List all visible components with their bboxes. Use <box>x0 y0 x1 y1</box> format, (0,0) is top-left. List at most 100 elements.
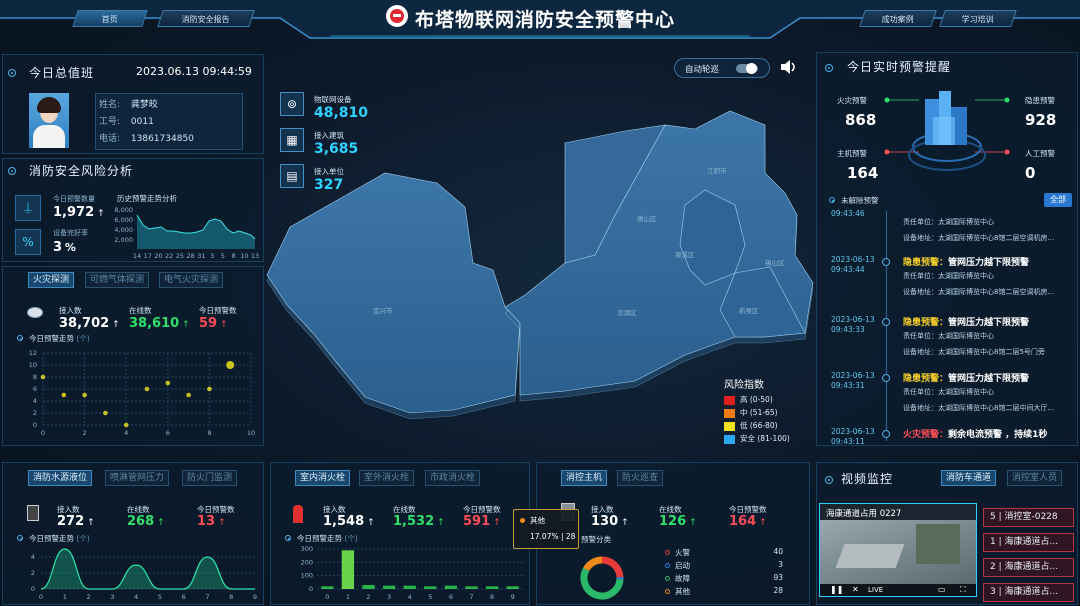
scatter-point <box>103 410 108 416</box>
tab-city-hydrant[interactable]: 市政消火栓 <box>425 470 481 486</box>
alert-item[interactable]: 2023-06-13 09:43:31 隐患预警：管网压力越下限预警 责任单位：… <box>817 371 1077 427</box>
bar <box>362 585 375 589</box>
host-cat-label: 预警分类 <box>581 535 611 544</box>
all-alerts-button[interactable]: 全部 <box>1044 193 1072 207</box>
speaker-icon[interactable] <box>778 57 798 77</box>
video-list-item[interactable]: 3 | 海康通道占... <box>983 583 1074 602</box>
legend-row: 火警 40 <box>665 547 783 560</box>
toggle-switch[interactable] <box>736 63 758 74</box>
arrow-up-icon: ↑ <box>97 209 105 219</box>
fire-detect-panel: 火灾探测 可燃气体探测 电气火灾探测 接入数 38,702 ↑ 在线数 38,61… <box>2 266 264 446</box>
alert-type: 隐患预警： <box>903 318 949 328</box>
risk-warnings-label: 今日预警数量 <box>53 195 95 203</box>
tab-water-level[interactable]: 消防水源液位 <box>28 470 93 486</box>
x-tick: 6 <box>166 429 170 437</box>
alert-item[interactable]: 2023-06-13 09:43:44 隐患预警：管网压力越下限预警 责任单位：… <box>817 255 1077 311</box>
tab-fire-door[interactable]: 防火门监测 <box>182 470 238 486</box>
x-tick: 5 <box>158 593 162 601</box>
y-tick: 6 <box>33 385 37 393</box>
alert-date: 2023-06-13 <box>831 315 875 324</box>
mute-icon[interactable]: ✕ <box>852 585 859 594</box>
tooltip-name: 其他 <box>530 516 545 525</box>
risk-intact: 3 % <box>53 240 76 255</box>
nav-report-button[interactable]: 消防安全报告 <box>157 10 255 27</box>
fd-trend-title: 今日预警走势 (个) <box>29 333 90 344</box>
tab-fire-detect[interactable]: 火灾探测 <box>28 272 75 288</box>
legend-swatch <box>724 408 735 418</box>
y-tick: 4 <box>33 397 37 405</box>
nav-report-label: 消防安全报告 <box>181 15 230 24</box>
host-online: 126 ↑ <box>659 514 697 529</box>
tab-control-host[interactable]: 消控主机 <box>561 470 608 486</box>
district-label: 江阴市 <box>707 166 727 175</box>
legend-swatch <box>724 421 735 431</box>
history-xtick: 25 <box>176 252 184 260</box>
x-tick: 2 <box>86 593 90 601</box>
tab-electric-detect[interactable]: 电气火灾探测 <box>159 272 224 288</box>
alert-text: 管网压力越下限预警 <box>948 374 1030 384</box>
scatter-point <box>61 392 67 398</box>
risk-warnings: 1,972 ↑ <box>53 205 105 220</box>
auto-patrol-toggle[interactable]: 自动轮巡 <box>674 58 770 78</box>
bar <box>485 586 499 589</box>
tab-indoor-hydrant[interactable]: 室内消火栓 <box>295 470 351 486</box>
tab-control-room[interactable]: 消控室人员 <box>1007 470 1063 486</box>
risk-legend: 风险指数 高 (0-50) 中 (51-65) 低 (66-80) 安全 (81-10… <box>724 376 790 446</box>
tab-sprinkler[interactable]: 喷淋管网压力 <box>105 470 170 486</box>
hydrant-trend-label: 今日预警走势 <box>297 534 342 543</box>
pip-icon[interactable]: ▭ <box>938 585 946 594</box>
legend-row: 故障 93 <box>665 573 783 586</box>
rt-hidden: 928 <box>1025 111 1057 129</box>
duty-info: 姓名: 龚梦皎 工号: 0011 电话: 13861734850 <box>99 97 194 148</box>
fd-online-label: 在线数 <box>129 306 152 315</box>
video-list-item[interactable]: 5 | 消控室-0228 <box>983 508 1074 527</box>
bar <box>465 586 478 589</box>
x-tick: 2 <box>366 593 370 601</box>
duty-phone: 13861734850 <box>130 134 194 144</box>
nav-training-button[interactable]: 学习培训 <box>939 10 1017 27</box>
legend-swatch <box>724 434 735 444</box>
y-tick: 2 <box>33 409 37 417</box>
alert-address: 设备地址：太湖国际博览中心8馆二层中间大厅... <box>903 404 1055 412</box>
bar <box>382 585 396 589</box>
tab-gas-detect[interactable]: 可燃气体探测 <box>85 272 150 288</box>
video-list-item[interactable]: 2 | 海康通道占... <box>983 558 1074 577</box>
water-online: 268 ↑ <box>127 514 165 529</box>
history-ytick: 8,000 <box>114 206 133 214</box>
nav-cases-button[interactable]: 成功案例 <box>859 10 937 27</box>
scatter-point <box>226 361 235 369</box>
history-ytick: 6,000 <box>114 216 133 224</box>
pause-icon[interactable]: ❚❚ <box>830 585 843 594</box>
tab-outdoor-hydrant[interactable]: 室外消火栓 <box>359 470 415 486</box>
tab-fire-lane[interactable]: 消防车通道 <box>941 470 997 486</box>
tab-fire-patrol[interactable]: 防火巡查 <box>617 470 664 486</box>
legend-value: 40 <box>773 547 783 556</box>
x-tick: 6 <box>182 593 186 601</box>
map-units-label: 接入单位 <box>314 167 344 176</box>
host-legend: 火警 40 启动 3 故障 93 其他 28 <box>665 547 783 599</box>
video-list-item[interactable]: 1 | 海康通道占... <box>983 533 1074 552</box>
pie-tooltip: 其他 17.07% | 28 <box>513 509 579 549</box>
alert-date: 2023-06-13 <box>831 255 875 264</box>
video-bullet-icon <box>825 476 833 484</box>
legend-dot <box>665 563 670 568</box>
alert-unit: 责任单位：太湖国际博览中心 <box>903 218 994 226</box>
alert-address: 设备地址：太湖国际博览中心8馆二层空调机房... <box>903 288 1055 296</box>
history-xtick: 17 <box>144 252 152 260</box>
smoke-detector-icon <box>27 307 43 318</box>
water-access-value: 272 <box>57 514 85 529</box>
history-xtick: 20 <box>154 252 162 260</box>
alert-type: 火灾预警： <box>903 430 949 440</box>
alert-item[interactable]: 2023-06-13 09:43:33 隐患预警：管网压力越下限预警 责任单位：… <box>817 315 1077 371</box>
history-xtick: 10 <box>240 252 248 260</box>
nav-home-button[interactable]: 首页 <box>72 10 148 27</box>
video-title: 视频监控 <box>841 472 894 486</box>
duty-panel: 今日总值班 2023.06.13 09:44:59 姓名: 龚梦皎 工号: 00… <box>2 54 264 154</box>
video-player[interactable]: 海康通道占用 0227 ❚❚ ✕ LIVE ▭ ⛶ <box>819 503 977 597</box>
fd-trend-bullet-icon <box>17 335 23 341</box>
legend-label: 火警 <box>675 548 690 557</box>
fullscreen-icon[interactable]: ⛶ <box>960 585 966 595</box>
legend-row: 低 (66-80) <box>724 420 790 433</box>
water-trend-label: 今日预警走势 <box>29 534 74 543</box>
pie-slice <box>601 556 624 578</box>
